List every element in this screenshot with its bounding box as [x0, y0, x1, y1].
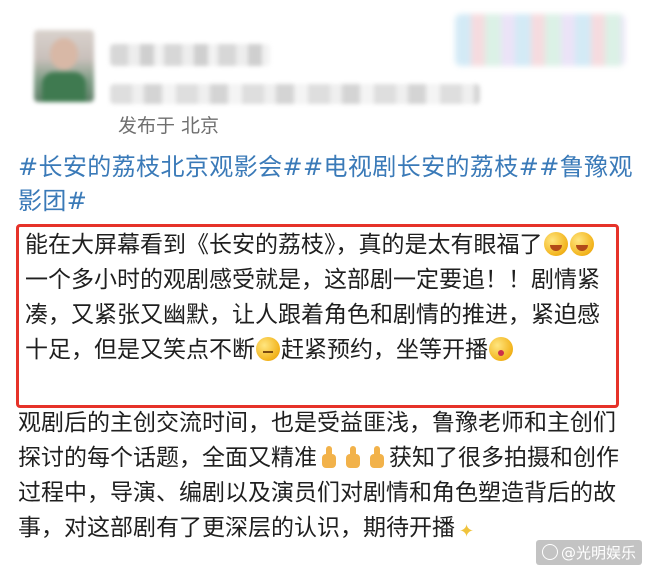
kiss-emoji-icon [489, 337, 513, 361]
post-header: 发布于 北京 [0, 0, 650, 150]
thumbs-up-icon [367, 446, 387, 468]
laughing-emoji-icon [569, 232, 594, 256]
watermark-logo-icon [541, 544, 558, 560]
username-blurred[interactable] [110, 44, 270, 66]
body-paragraph: 观剧后的主创交流时间，也是受益匪浅，鲁豫老师和主创们探讨的每个话题，全面又精准获… [18, 406, 638, 546]
laughing-emoji-icon [543, 232, 568, 256]
avatar-face [50, 38, 78, 70]
thumbs-up-icon [319, 446, 339, 468]
avatar-body [42, 72, 86, 102]
highlight-text-1: 能在大屏幕看到《长安的荔枝》，真的是太有眼福了 [25, 232, 543, 258]
post-location: 发布于 北京 [118, 115, 220, 137]
post-meta-blurred [110, 84, 480, 104]
watermark-text: @光明娱乐 [560, 544, 636, 562]
watermark: @光明娱乐 [535, 540, 642, 565]
thinking-emoji-icon [256, 337, 280, 361]
thumbs-up-icon [343, 446, 363, 468]
hashtag-line[interactable]: #长安的荔枝北京观影会##电视剧长安的荔枝##鲁豫观影团# [18, 150, 638, 218]
highlight-text-3: 赶紧预约，坐等开播 [281, 337, 488, 363]
follow-area-blurred[interactable] [455, 14, 625, 66]
avatar[interactable] [34, 30, 94, 102]
sparkles-icon: ✦ [459, 521, 475, 542]
highlighted-paragraph: 能在大屏幕看到《长安的荔枝》，真的是太有眼福了一个多小时的观剧感受就是，这部剧一… [25, 228, 610, 368]
